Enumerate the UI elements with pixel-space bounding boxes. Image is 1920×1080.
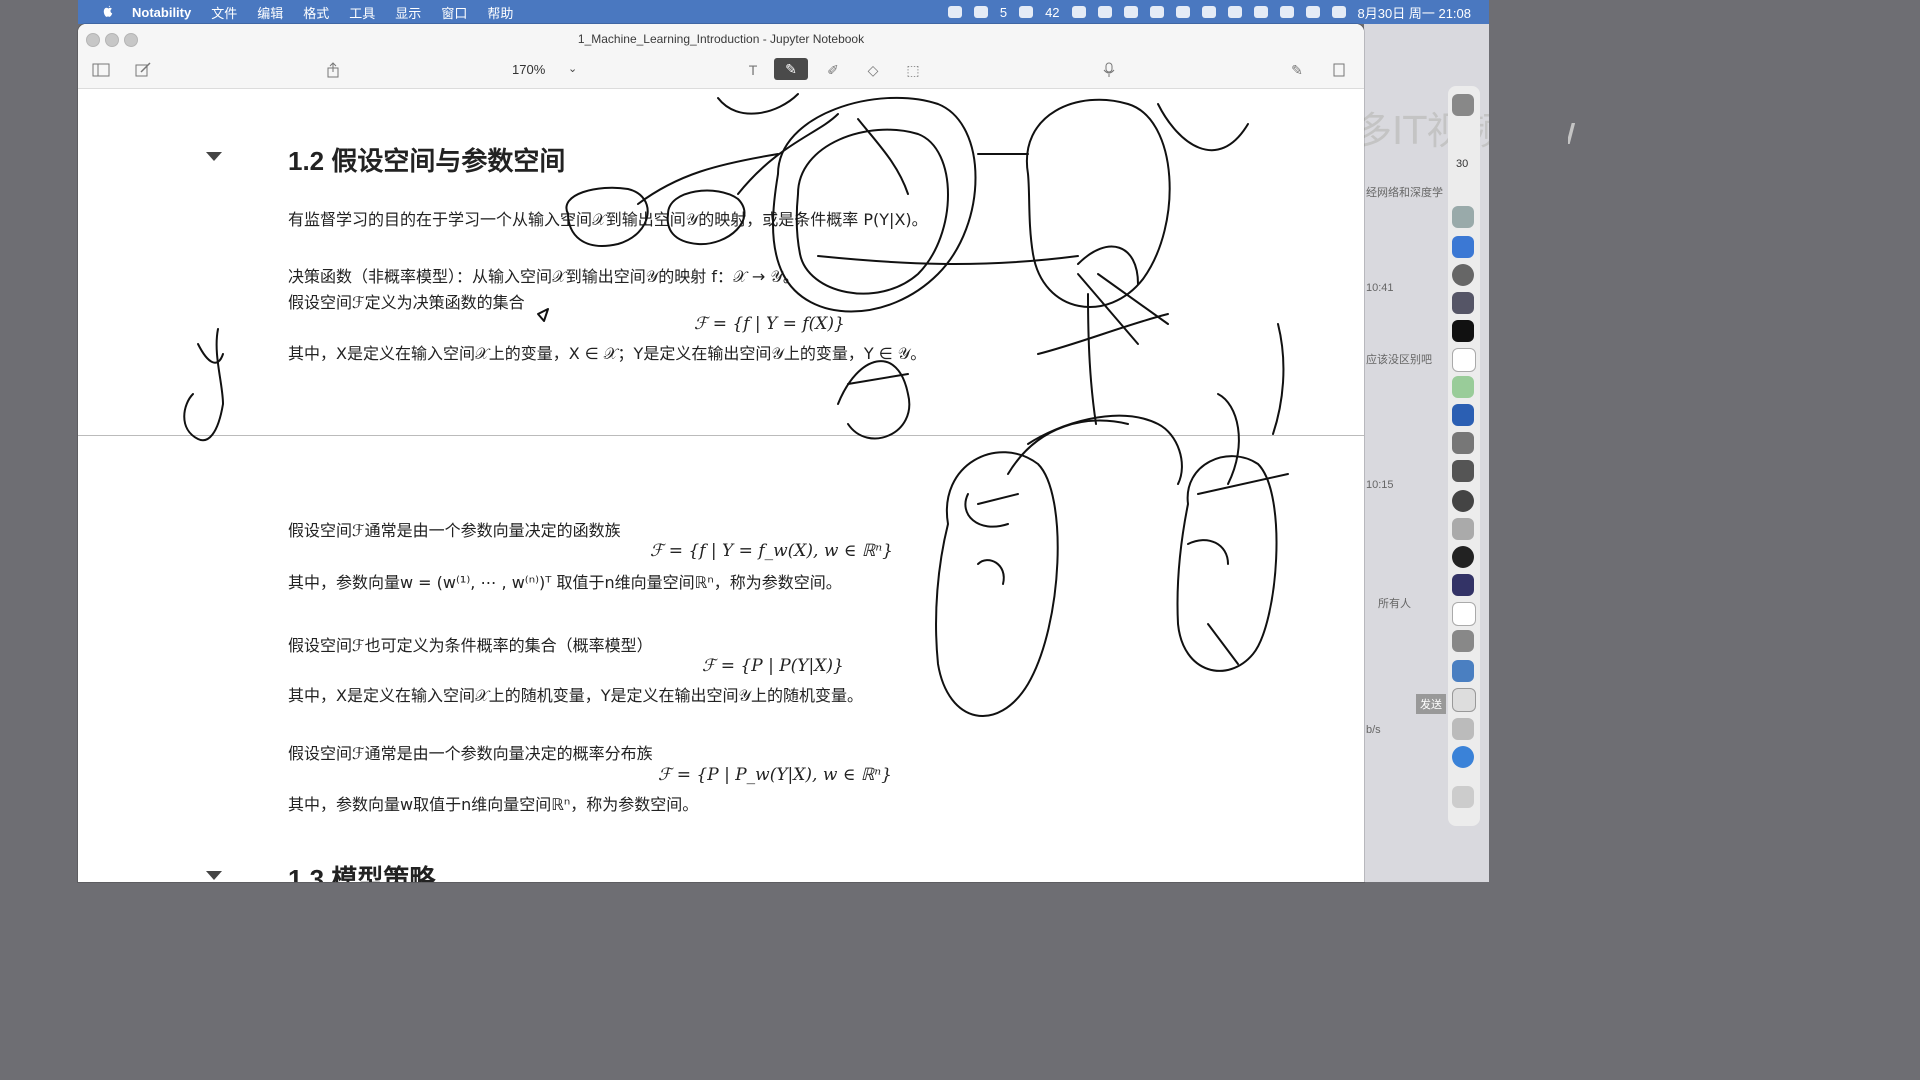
menu-help[interactable]: 帮助 <box>487 3 513 22</box>
window-title: 1_Machine_Learning_Introduction - Jupyte… <box>577 32 865 46</box>
paragraph: 其中，参数向量w取值于n维向量空间ℝⁿ，称为参数空间。 <box>288 795 699 814</box>
app-icon[interactable] <box>1452 264 1474 286</box>
compose-icon[interactable] <box>134 62 152 78</box>
app-icon[interactable] <box>1452 518 1474 540</box>
highlighter-icon[interactable]: ✐ <box>824 62 842 78</box>
text-tool-icon[interactable]: T <box>744 62 762 78</box>
menu-file[interactable]: 文件 <box>211 3 237 22</box>
paragraph: 决策函数（非概率模型）：从输入空间𝒳到输出空间𝒴的映射 f：𝒳 → 𝒴。 <box>288 267 799 286</box>
formula: ℱ = {P | P(Y|X)} <box>702 656 844 676</box>
lasso-icon[interactable]: ⬚ <box>904 62 922 78</box>
play-icon[interactable] <box>1149 6 1164 18</box>
calendar-badge: 30 <box>1456 158 1469 170</box>
pen-tool-icon[interactable]: ✎ <box>774 58 808 80</box>
section-heading: 1.3 模型策略 <box>288 864 436 882</box>
app-icon[interactable] <box>1452 292 1474 314</box>
control-center-icon[interactable] <box>1331 6 1346 18</box>
paragraph: 有监督学习的目的在于学习一个从输入空间𝒳到输出空间𝒴的映射，或是条件概率 P(Y… <box>288 210 928 229</box>
wechat-icon[interactable] <box>973 6 988 18</box>
display-icon[interactable] <box>1097 6 1112 18</box>
side-time: 10:15 <box>1366 479 1394 491</box>
desktop-left-area <box>0 0 78 882</box>
side-label: b/s <box>1366 724 1381 736</box>
paragraph: 假设空间ℱ也可定义为条件概率的集合（概率模型） <box>288 636 653 655</box>
formula: ℱ = {f | Y = f_w(X), w ∈ ℝⁿ} <box>650 541 893 561</box>
apple-icon[interactable] <box>98 5 118 19</box>
chevron-down-icon[interactable]: ⌄ <box>568 62 577 75</box>
word-icon[interactable] <box>1452 404 1474 426</box>
grid-icon[interactable] <box>1201 6 1216 18</box>
zoom-level[interactable]: 170% <box>512 62 545 77</box>
menu-view[interactable]: 显示 <box>395 3 421 22</box>
toolbar: 170% ⌄ T ✎ ✐ ◇ ⬚ ✎ <box>78 54 1364 89</box>
notification-count: 42 <box>1045 4 1060 20</box>
app-icon[interactable] <box>1452 490 1474 512</box>
menubar-clock[interactable]: 8月30日 周一 21:08 <box>1358 3 1471 22</box>
status-app-icon[interactable] <box>947 6 962 18</box>
paragraph: 其中，参数向量w = (w⁽¹⁾, ⋯ , w⁽ⁿ⁾)ᵀ 取值于n维向量空间ℝⁿ… <box>288 573 842 592</box>
dock: 30 <box>1448 86 1480 826</box>
macos-menu-bar: Notability 文件 编辑 格式 工具 显示 窗口 帮助 5 42 8月3… <box>78 0 1489 24</box>
menu-tools[interactable]: 工具 <box>349 3 375 22</box>
wechat-count: 5 <box>999 4 1008 20</box>
github-icon[interactable] <box>1452 546 1474 568</box>
notification-icon[interactable] <box>1019 6 1034 18</box>
typora-icon[interactable] <box>1452 602 1476 626</box>
app-icon[interactable] <box>1452 432 1474 454</box>
sidebar-toggle-icon[interactable] <box>92 62 110 78</box>
menu-app-name[interactable]: Notability <box>132 5 191 20</box>
menu-edit[interactable]: 编辑 <box>257 3 283 22</box>
notability-icon[interactable] <box>1452 746 1474 768</box>
bluetooth-icon[interactable] <box>1227 6 1242 18</box>
eraser-icon[interactable]: ◇ <box>864 62 882 78</box>
paragraph: 假设空间ℱ通常是由一个参数向量决定的函数族 <box>288 521 621 540</box>
app-icon[interactable] <box>1452 718 1474 740</box>
menu-window[interactable]: 窗口 <box>441 3 467 22</box>
notebook-page: 1.2 假设空间与参数空间 有监督学习的目的在于学习一个从输入空间𝒳到输出空间𝒴… <box>78 89 1364 882</box>
collapse-toggle-icon[interactable] <box>206 871 222 880</box>
search-status-icon[interactable] <box>1071 6 1086 18</box>
app-icon[interactable] <box>1452 206 1474 228</box>
app-status-icon[interactable] <box>1123 6 1138 18</box>
side-label: 应该没区别吧 <box>1366 354 1432 366</box>
side-time: 10:41 <box>1366 282 1394 294</box>
menu-format[interactable]: 格式 <box>303 3 329 22</box>
pages-icon[interactable] <box>1330 62 1348 78</box>
paragraph: 其中，X是定义在输入空间𝒳上的变量，X ∈ 𝒳；Y是定义在输出空间𝒴上的变量，Y… <box>288 344 927 363</box>
formula: ℱ = {f | Y = f(X)} <box>694 314 845 334</box>
side-label: 经网络和深度学 <box>1366 187 1443 199</box>
title-bar: 1_Machine_Learning_Introduction - Jupyte… <box>78 24 1364 54</box>
app-icon[interactable] <box>1452 660 1474 682</box>
desktop-right-area <box>1489 0 1568 882</box>
terminal-icon[interactable] <box>1452 320 1474 342</box>
qq-icon[interactable] <box>1452 348 1476 372</box>
microphone-icon[interactable] <box>1100 62 1118 78</box>
send-button[interactable]: 发送 <box>1416 694 1446 714</box>
section-heading: 1.2 假设空间与参数空间 <box>288 146 566 176</box>
paragraph: 假设空间ℱ定义为决策函数的集合 <box>288 293 525 312</box>
trash-icon[interactable] <box>1452 786 1474 808</box>
app-icon[interactable] <box>1452 574 1474 596</box>
app-icon[interactable] <box>1452 630 1474 652</box>
notability-window: 1_Machine_Learning_Introduction - Jupyte… <box>78 24 1364 882</box>
formula: ℱ = {P | P_w(Y|X), w ∈ ℝⁿ} <box>658 765 892 785</box>
wifi-icon[interactable] <box>1279 6 1294 18</box>
battery-icon[interactable] <box>1253 6 1268 18</box>
spotlight-icon[interactable] <box>1305 6 1320 18</box>
vscode-icon[interactable] <box>1452 236 1474 258</box>
window-icon[interactable] <box>1175 6 1190 18</box>
finder-icon[interactable] <box>1452 94 1474 116</box>
side-label: 所有人 <box>1378 598 1411 610</box>
page-divider <box>78 435 1364 436</box>
share-icon[interactable] <box>324 62 342 78</box>
collapse-toggle-icon[interactable] <box>206 152 222 161</box>
paragraph: 假设空间ℱ通常是由一个参数向量决定的概率分布族 <box>288 744 653 763</box>
app-icon[interactable] <box>1452 460 1474 482</box>
paragraph: 其中，X是定义在输入空间𝒳上的随机变量，Y是定义在输出空间𝒴上的随机变量。 <box>288 686 864 705</box>
wechat-dock-icon[interactable] <box>1452 376 1474 398</box>
books-icon[interactable] <box>1452 688 1476 712</box>
pen-edit-icon[interactable]: ✎ <box>1288 62 1306 78</box>
